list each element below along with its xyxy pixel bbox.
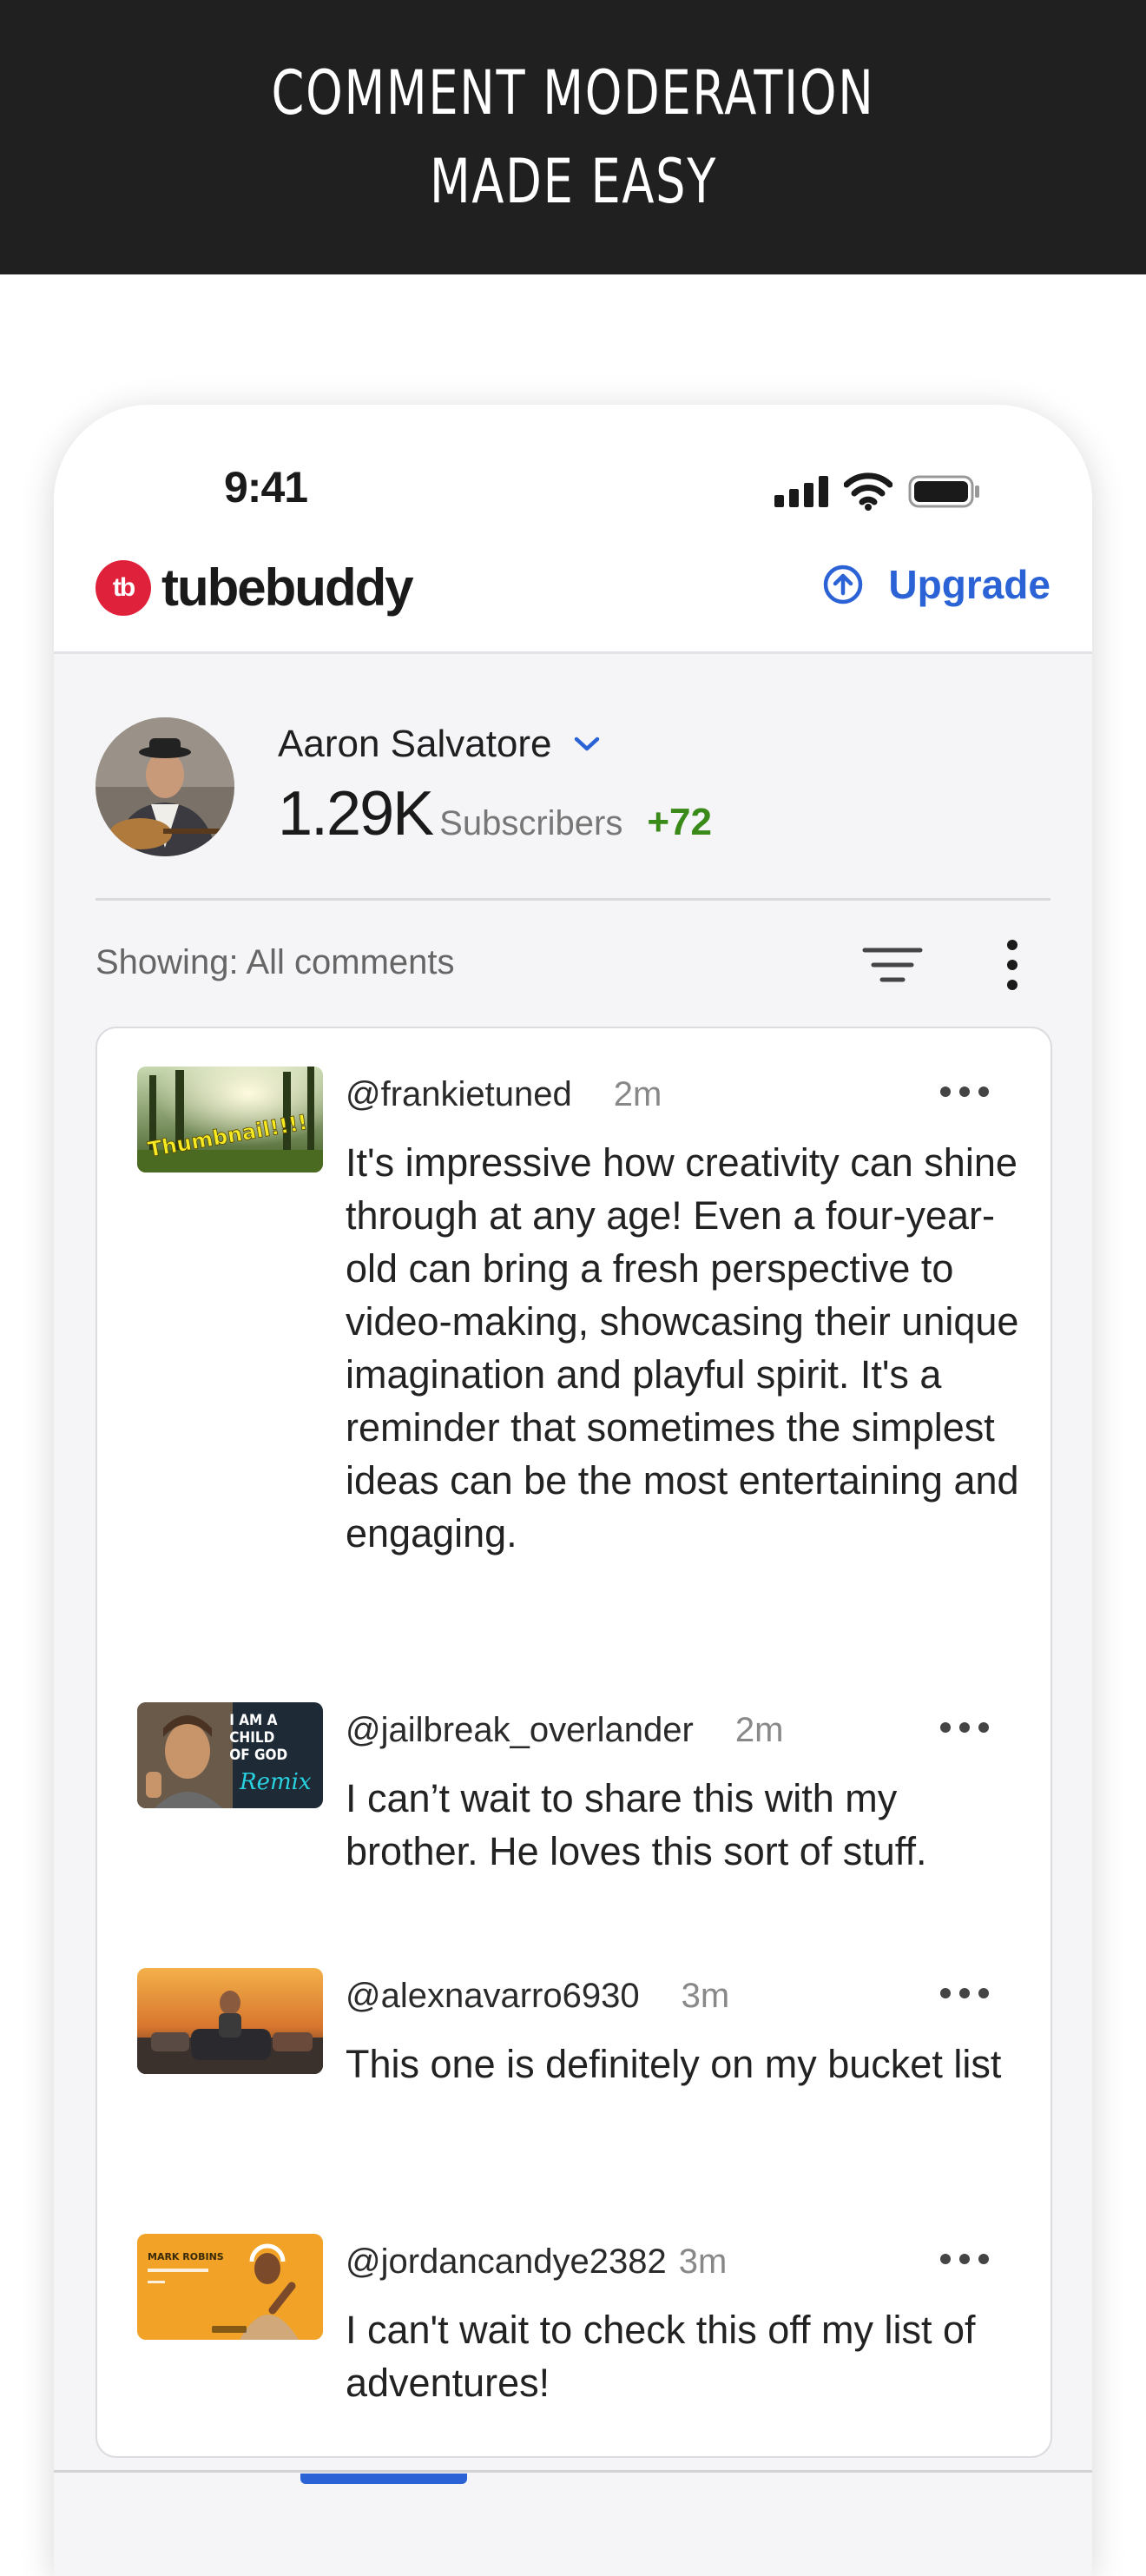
svg-text:OF GOD: OF GOD (229, 1746, 287, 1763)
more-options-icon[interactable] (939, 1086, 990, 1098)
active-tab-indicator (300, 2474, 467, 2484)
comment-time: 2m (613, 1075, 662, 1113)
comment-item[interactable]: Thumbnail!!!! @frankietuned 2m It's impr… (137, 1067, 1019, 1622)
comment-item[interactable]: MARK ROBINS @jordancandye2382 3m I can't… (137, 2234, 1014, 2425)
avatar[interactable] (96, 717, 234, 856)
subscriber-label: Subscribers (439, 804, 623, 842)
channel-name: Aaron Salvatore (278, 723, 552, 765)
divider (96, 898, 1050, 901)
kebab-menu-icon[interactable] (1005, 938, 1019, 992)
svg-text:I AM A: I AM A (229, 1711, 278, 1728)
filter-icon[interactable] (861, 943, 924, 987)
comment-text: I can't wait to check this off my list o… (346, 2308, 976, 2405)
channel-profile: Aaron Salvatore 1.29K Subscribers +72 (96, 717, 1050, 865)
banner-line-2: MADE EASY (429, 146, 717, 217)
phone-frame: 9:41 tb tubebuddy Upgrade Aaron Salvator… (54, 405, 1092, 2576)
subscriber-delta: +72 (647, 801, 712, 843)
arrow-up-circle-icon (824, 565, 863, 604)
subscriber-stats: 1.29K Subscribers +72 (278, 778, 712, 849)
video-thumbnail[interactable] (137, 1968, 323, 2074)
comment-text: I can’t wait to share this with my broth… (346, 1776, 927, 1873)
app-header: 9:41 tb tubebuddy Upgrade (54, 405, 1092, 654)
chevron-down-icon (574, 736, 599, 751)
comment-author[interactable]: @jordancandye2382 (346, 2242, 667, 2282)
more-options-icon[interactable] (939, 1721, 990, 1734)
comment-author[interactable]: @alexnavarro6930 (346, 1977, 640, 2016)
thumbnail-script: Remix (239, 1769, 312, 1795)
svg-text:CHILD: CHILD (229, 1728, 274, 1746)
comment-author[interactable]: @frankietuned (346, 1075, 572, 1114)
status-time: 9:41 (224, 463, 308, 512)
comment-item[interactable]: I AM A CHILD OF GOD Remix @jailbreak_ove… (137, 1702, 1014, 1893)
comment-item[interactable]: @alexnavarro6930 3m This one is definite… (137, 1968, 1014, 2159)
wifi-icon (844, 472, 892, 511)
comment-time: 2m (734, 1711, 784, 1749)
upgrade-button[interactable]: Upgrade (822, 561, 1050, 608)
subscriber-count: 1.29K (278, 779, 434, 849)
battery-icon (908, 475, 979, 508)
upgrade-label: Upgrade (888, 562, 1050, 607)
filter-status: Showing: All comments (96, 943, 455, 981)
comment-list: Thumbnail!!!! @frankietuned 2m It's impr… (96, 1027, 1052, 2458)
comment-time: 3m (681, 1977, 730, 2015)
more-options-icon[interactable] (939, 2253, 990, 2265)
banner-line-1: COMMENT MODERATION (271, 57, 875, 129)
filter-row: Showing: All comments (96, 926, 1050, 1004)
promo-banner: COMMENT MODERATION MADE EASY (0, 0, 1146, 274)
comment-author[interactable]: @jailbreak_overlander (346, 1711, 694, 1750)
channel-switcher[interactable]: Aaron Salvatore (278, 723, 604, 766)
video-thumbnail[interactable]: Thumbnail!!!! (137, 1067, 323, 1172)
video-thumbnail[interactable]: I AM A CHILD OF GOD Remix (137, 1702, 323, 1808)
comment-text: This one is definitely on my bucket list (346, 2042, 1002, 2086)
video-thumbnail[interactable]: MARK ROBINS (137, 2234, 323, 2340)
comment-time: 3m (678, 2242, 728, 2281)
thumbnail-caption: MARK ROBINS (148, 2251, 224, 2262)
comment-text: It's impressive how creativity can shine… (346, 1140, 1019, 1556)
logo-text: tubebuddy (161, 558, 414, 617)
signal-icon (774, 476, 828, 507)
bottom-nav-divider (54, 2470, 1092, 2473)
more-options-icon[interactable] (939, 1987, 990, 1999)
tubebuddy-logo[interactable]: tb tubebuddy (96, 558, 414, 618)
logo-mark-icon: tb (96, 559, 151, 616)
